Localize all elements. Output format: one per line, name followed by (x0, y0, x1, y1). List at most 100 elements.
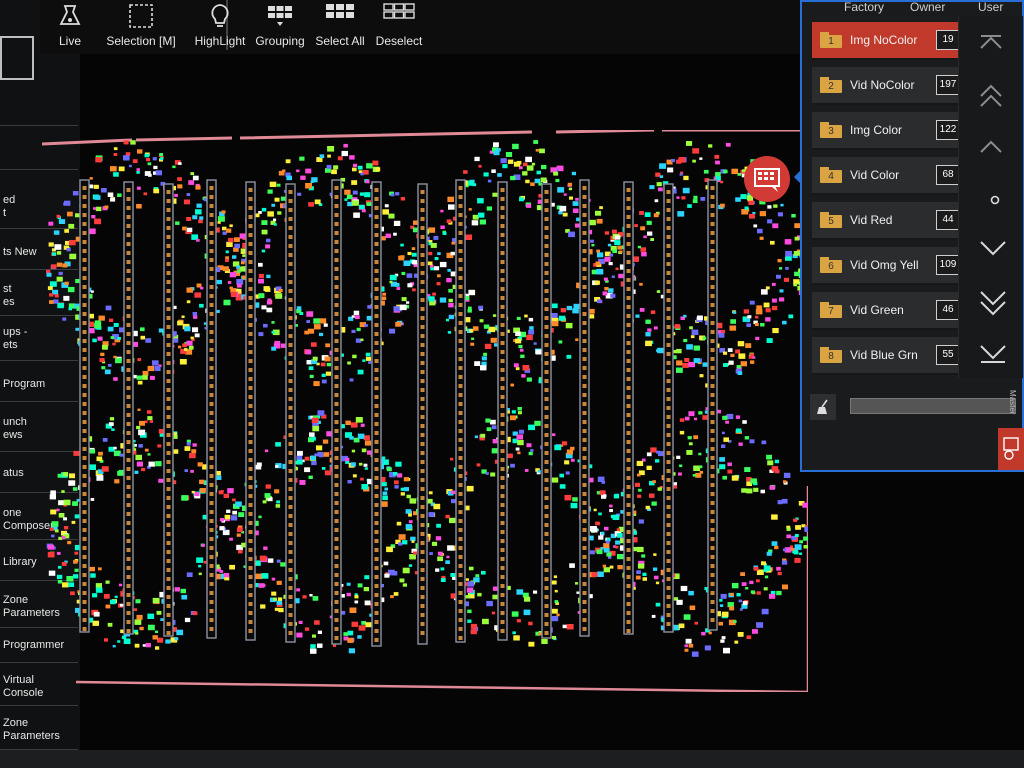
preset-count-badge: 46 (936, 300, 960, 320)
select-all-button[interactable]: Select All (312, 0, 368, 54)
fixture-bar[interactable] (371, 181, 382, 647)
select-all-label: Select All (315, 34, 365, 48)
preset-number: 1 (828, 36, 834, 47)
fixture-bar[interactable] (707, 179, 718, 631)
folder-icon: 5 (820, 212, 842, 228)
fixture-bar[interactable] (623, 181, 634, 635)
sidebar-item-label: ts New (3, 246, 37, 258)
deselect-label: Deselect (375, 34, 423, 48)
sidebar-item-12[interactable]: Zone Parameters (0, 710, 78, 750)
fixture-bar[interactable] (123, 181, 134, 635)
sidebar-item-label: Zone Parameters (3, 716, 60, 742)
tab-owner[interactable]: Owner (910, 0, 945, 14)
deselect-button[interactable]: Deselect (374, 0, 424, 54)
live-button[interactable]: Live (48, 0, 92, 54)
sidebar-item-label: unch ews (3, 415, 27, 441)
folder-icon: 8 (820, 347, 842, 363)
sidebar-item-label: Program (3, 378, 46, 390)
panel-image-icon (1003, 437, 1019, 460)
selection-button[interactable]: Selection [M] (106, 0, 176, 54)
folder-icon: 1 (820, 32, 842, 48)
preset-scrollbar[interactable] (958, 16, 1023, 378)
preset-number: 5 (828, 216, 834, 227)
toolbar: Live Selection [M] HighLight Grouping Se… (40, 0, 808, 54)
preset-name: Vid Green (850, 303, 904, 317)
preset-count-badge: 55 (936, 345, 960, 365)
preset-name: Vid Blue Grn (850, 348, 918, 362)
live-flask-icon (59, 5, 81, 25)
capture-icon (754, 168, 780, 192)
preset-number: 8 (828, 351, 834, 362)
fixture-bar[interactable] (497, 181, 508, 641)
highlight-button[interactable]: HighLight (194, 0, 246, 54)
preset-item[interactable]: 2 Vid NoColor 197 (812, 67, 966, 105)
preset-number: 6 (828, 261, 834, 272)
preset-item[interactable]: 1 Img NoColor 19 (812, 22, 966, 60)
preset-name: Vid Omg Yell (850, 258, 919, 272)
selection-label: Selection [M] (106, 34, 176, 48)
preset-number: 2 (828, 81, 834, 92)
preset-name: Img NoColor (850, 33, 918, 47)
highlight-label: HighLight (194, 34, 246, 48)
fixture-bar[interactable] (245, 181, 256, 641)
sidebar-item-label: st es (3, 282, 15, 308)
preset-number: 7 (828, 306, 834, 317)
bottom-bar (0, 750, 1024, 768)
preset-number: 4 (828, 171, 834, 182)
preset-item[interactable]: 6 Vid Omg Yell 109 (812, 247, 966, 285)
grouping-grid-icon (268, 6, 292, 26)
preset-item[interactable]: 3 Img Color 122 (812, 112, 966, 150)
folder-icon: 7 (820, 302, 842, 318)
sidebar-item-label: ups - ets (3, 325, 28, 351)
fixture-bar[interactable] (331, 179, 342, 645)
preset-count-badge: 109 (936, 255, 960, 275)
master-label: Master (1008, 390, 1017, 415)
stage-canvas[interactable] (42, 130, 808, 692)
tab-factory[interactable]: Factory (844, 0, 884, 14)
fixture-bar[interactable] (417, 183, 428, 645)
scroll-arrows (980, 35, 1006, 363)
fixture-bar[interactable] (163, 183, 174, 637)
grouping-button[interactable]: Grouping (254, 0, 306, 54)
folder-icon: 6 (820, 257, 842, 273)
broom-icon (817, 399, 828, 414)
tab-user[interactable]: User (978, 0, 1003, 14)
sidebar-item-blank[interactable] (0, 86, 78, 126)
preset-item[interactable]: 4 Vid Color 68 (812, 157, 966, 195)
selection-box-icon (129, 4, 153, 28)
preset-name: Vid NoColor (850, 78, 915, 92)
fixture-bar[interactable] (206, 179, 217, 639)
live-label: Live (58, 34, 81, 48)
fixture-bar[interactable] (663, 183, 674, 633)
panel-action-button[interactable] (998, 428, 1024, 470)
fixture-bar[interactable] (541, 183, 552, 639)
preset-count-badge: 19 (936, 30, 960, 50)
select-all-grid-icon (326, 4, 354, 18)
folder-icon: 2 (820, 77, 842, 93)
preset-count-badge: 44 (936, 210, 960, 230)
deselect-grid-icon (383, 3, 415, 19)
capture-preset-button[interactable] (744, 156, 790, 202)
fixture-bar[interactable] (79, 179, 90, 633)
folder-icon: 4 (820, 167, 842, 183)
sidebar-item-label: atus (3, 467, 24, 479)
master-slider[interactable] (850, 398, 1016, 414)
sidebar-item-label: ed t (3, 193, 16, 219)
preset-item[interactable]: 8 Vid Blue Grn 55 (812, 337, 966, 375)
fixture-bar[interactable] (285, 183, 296, 643)
fixture-bar[interactable] (579, 179, 590, 637)
sidebar-item-label: Library (3, 556, 37, 568)
preset-count-badge: 68 (936, 165, 960, 185)
preset-number: 3 (828, 126, 834, 137)
folder-icon: 3 (820, 122, 842, 138)
fixture-bar[interactable] (455, 179, 466, 643)
sidebar-item-active[interactable] (0, 36, 34, 80)
preset-name: Vid Color (850, 168, 900, 182)
panel-tabs: Factory Owner User (802, 0, 1024, 16)
preset-count-badge: 197 (936, 75, 960, 95)
lightbulb-icon (211, 4, 229, 27)
preset-item[interactable]: 5 Vid Red 44 (812, 202, 966, 240)
stage-view[interactable] (42, 130, 808, 692)
preset-item[interactable]: 7 Vid Green 46 (812, 292, 966, 330)
clear-button[interactable] (810, 394, 836, 420)
